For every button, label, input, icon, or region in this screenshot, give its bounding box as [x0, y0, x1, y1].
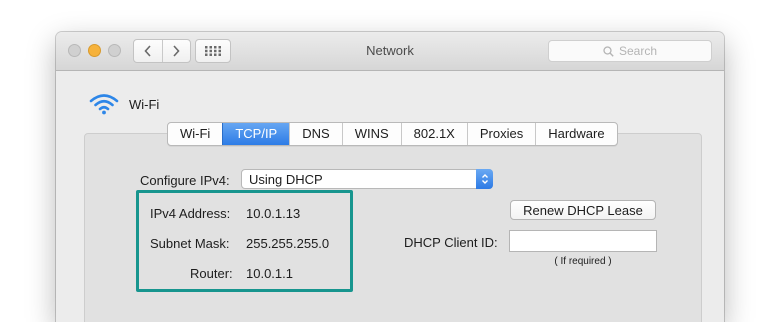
chevron-updown-icon [481, 174, 488, 184]
back-button[interactable] [134, 40, 162, 62]
dhcp-client-id-field[interactable] [509, 230, 657, 252]
title-bar: Network Search [56, 32, 724, 71]
chevron-left-icon [144, 45, 151, 57]
configure-ipv4-popup[interactable]: Using DHCP [241, 169, 493, 189]
network-preferences-window: Network Search Wi-Fi Wi-Fi TCP/IP DNS WI… [56, 32, 724, 322]
tab-proxies[interactable]: Proxies [466, 123, 535, 145]
configure-ipv4-label: Configure IPv4: [140, 173, 230, 188]
dhcp-client-id-label: DHCP Client ID: [404, 235, 498, 250]
search-field[interactable]: Search [548, 40, 712, 62]
minimize-button[interactable] [88, 44, 101, 57]
search-icon [603, 45, 614, 57]
tab-wins[interactable]: WINS [341, 123, 401, 145]
grid-icon [205, 46, 221, 56]
tab-wifi[interactable]: Wi-Fi [168, 123, 222, 145]
tab-8021x[interactable]: 802.1X [400, 123, 467, 145]
show-all-button[interactable] [195, 39, 231, 63]
tab-bar: Wi-Fi TCP/IP DNS WINS 802.1X Proxies Har… [167, 122, 618, 146]
search-placeholder: Search [618, 44, 658, 58]
interface-name: Wi-Fi [129, 96, 160, 112]
dhcp-client-id-hint: ( If required ) [554, 256, 612, 267]
wifi-icon [89, 94, 119, 115]
close-button[interactable] [68, 44, 81, 57]
window-title: Network [366, 43, 414, 58]
tab-tcpip[interactable]: TCP/IP [222, 123, 290, 145]
tab-dns[interactable]: DNS [289, 123, 341, 145]
zoom-button[interactable] [108, 44, 121, 57]
back-forward-group [133, 39, 191, 63]
configure-ipv4-value: Using DHCP [249, 172, 323, 187]
tab-hardware[interactable]: Hardware [535, 123, 616, 145]
interface-header: Wi-Fi [89, 93, 159, 115]
popup-stepper[interactable] [476, 169, 493, 189]
forward-button[interactable] [161, 40, 191, 62]
chevron-right-icon [173, 45, 180, 57]
renew-dhcp-lease-button[interactable]: Renew DHCP Lease [510, 200, 656, 220]
highlight-box [136, 190, 353, 292]
